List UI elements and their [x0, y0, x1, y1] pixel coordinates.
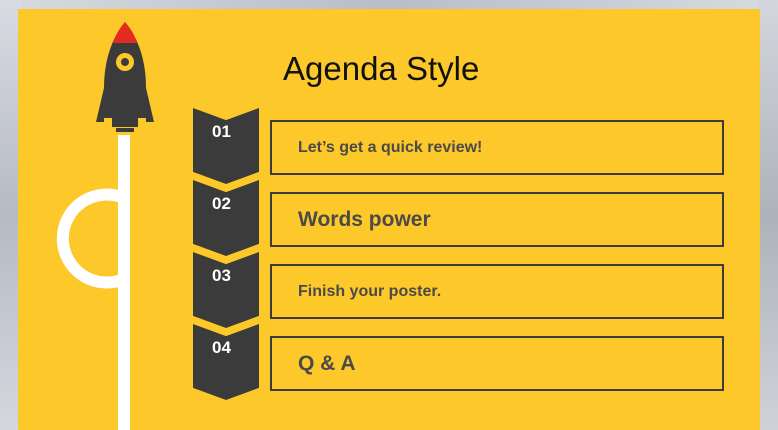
chevron-badge	[193, 324, 259, 400]
page-title: Agenda Style	[283, 50, 480, 87]
agenda-box: Let’s get a quick review!	[270, 120, 724, 175]
agenda-box: Words power	[270, 192, 724, 247]
agenda-number: 03	[212, 266, 231, 285]
chevron-badge	[193, 252, 259, 328]
agenda-box: Q & A	[270, 336, 724, 391]
agenda-box: Finish your poster.	[270, 264, 724, 319]
agenda-label: Q & A	[298, 351, 356, 375]
agenda-label: Let’s get a quick review!	[298, 138, 483, 156]
agenda-label: Finish your poster.	[298, 282, 442, 300]
agenda-number: 04	[212, 338, 231, 357]
chevron-badge	[193, 180, 259, 256]
agenda-item-2: 02 Words power	[0, 180, 778, 256]
chevron-badge	[193, 108, 259, 184]
agenda-item-1: 01 Let’s get a quick review!	[0, 108, 778, 184]
agenda-label: Words power	[298, 207, 431, 231]
agenda-number: 02	[212, 194, 231, 213]
agenda-item-3: 03 Finish your poster.	[0, 252, 778, 328]
agenda-item-4: 04 Q & A	[0, 324, 778, 400]
agenda-number: 01	[212, 122, 231, 141]
